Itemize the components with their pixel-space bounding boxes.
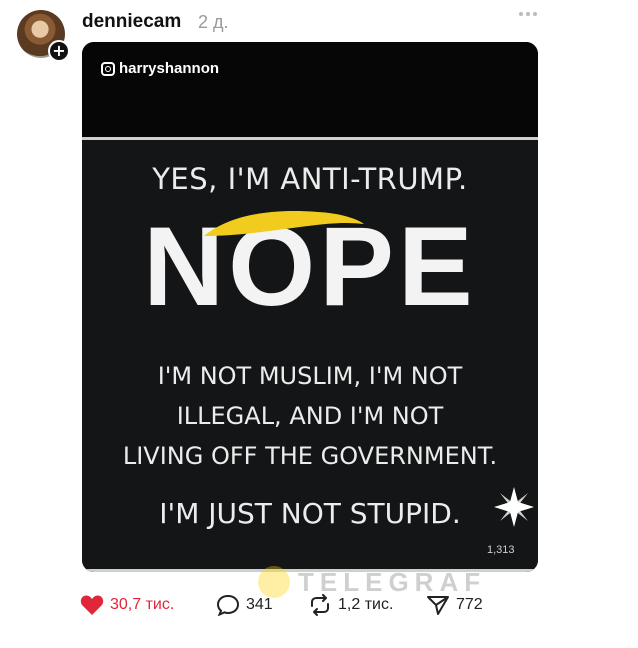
instagram-handle-text: harryshannon — [119, 60, 220, 77]
repost-button[interactable]: 1,2 тис. — [308, 594, 393, 616]
comment-count: 341 — [246, 596, 273, 613]
comment-bubble-icon — [216, 594, 240, 616]
repost-arrows-icon — [311, 594, 329, 616]
sparkle-icon — [494, 487, 534, 527]
share-button[interactable]: 772 — [426, 594, 483, 616]
meme-line-3: I'M NOT MUSLIM, I'M NOT — [157, 362, 463, 390]
meme-line-4: ILLEGAL, AND I'M NOT — [176, 402, 444, 430]
follow-plus-icon[interactable]: + — [48, 40, 70, 62]
instagram-icon — [101, 61, 115, 76]
like-count: 30,7 тис. — [110, 596, 175, 613]
meme-line-5: LIVING OFF THE GOVERNMENT. — [122, 442, 498, 470]
heart-icon — [80, 595, 104, 615]
username[interactable]: denniecam — [82, 11, 181, 33]
watermark-text: TELEGRAF — [298, 566, 487, 597]
repost-count: 1,2 тис. — [338, 596, 394, 613]
meme-line-6: I'M JUST NOT STUPID. — [159, 497, 461, 530]
share-count: 772 — [456, 596, 483, 613]
ellipsis-icon[interactable] — [517, 10, 539, 18]
post-time: 2 д. — [198, 12, 229, 32]
send-icon — [427, 596, 449, 615]
image-counter: 1,313 — [487, 544, 515, 556]
like-button[interactable]: 30,7 тис. — [80, 594, 174, 616]
image-header: harryshannon — [82, 42, 538, 137]
trump-hair-swoosh — [204, 211, 364, 236]
meme-line-1: YES, I'M ANTI-TRUMP. — [152, 162, 468, 196]
instagram-handle: harryshannon — [101, 60, 219, 77]
comment-button[interactable]: 341 — [216, 594, 273, 616]
post-image[interactable]: harryshannon YES, I'M ANTI-TRUMP. NOPE I… — [82, 42, 538, 572]
